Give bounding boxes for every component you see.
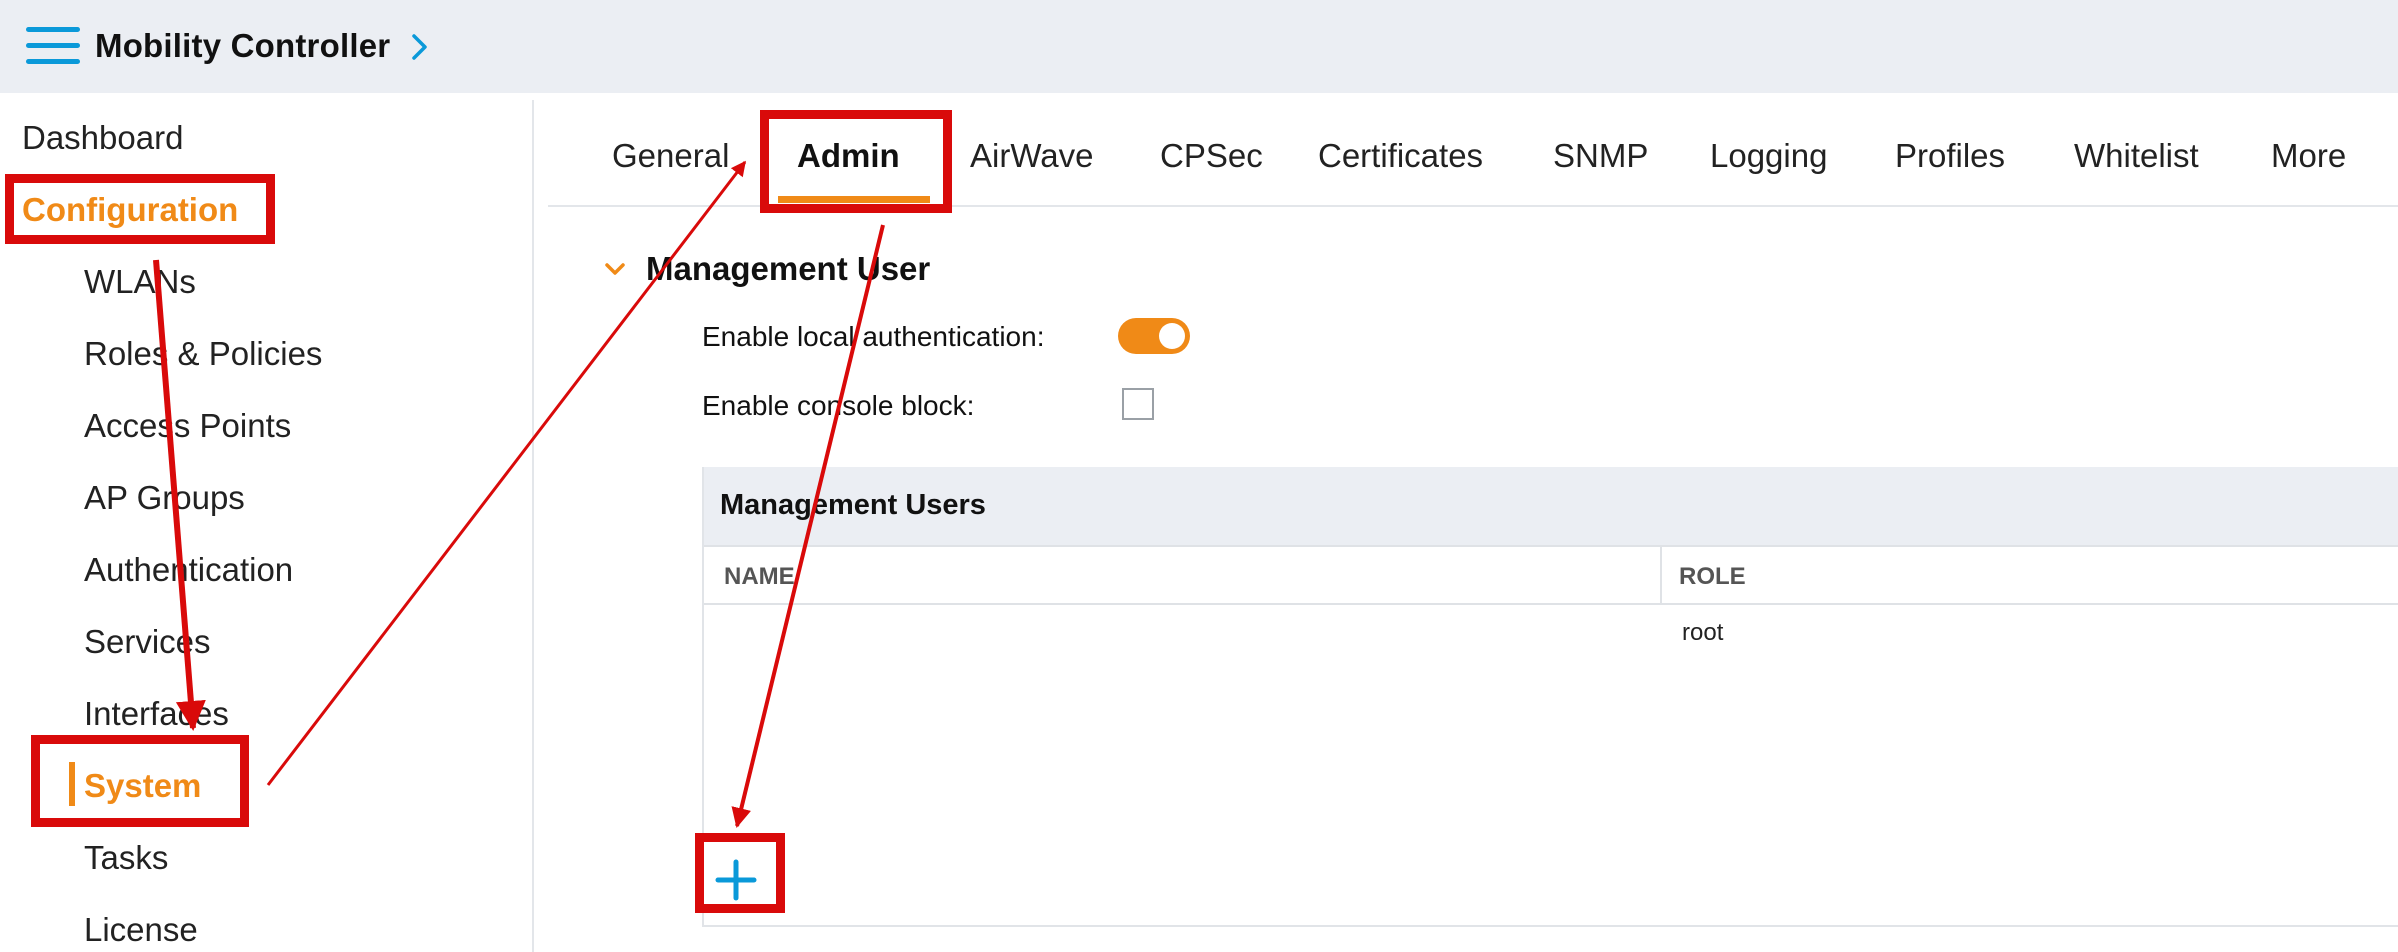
table-title: Management Users — [720, 489, 986, 521]
sidebar-item-interfaces[interactable]: Interfaces — [84, 695, 229, 733]
tab-certificates[interactable]: Certificates — [1318, 137, 1483, 175]
tab-cpsec[interactable]: CPSec — [1160, 137, 1263, 175]
local-auth-label: Enable local authentication: — [702, 321, 1045, 352]
tab-airwave[interactable]: AirWave — [970, 137, 1093, 175]
sidebar-item-configuration[interactable]: Configuration — [22, 191, 238, 229]
sidebar-item-services[interactable]: Services — [84, 623, 211, 661]
sidebar-item-wlans[interactable]: WLANs — [84, 263, 196, 301]
table-header-bar: Management Users — [704, 467, 2398, 545]
active-tab-indicator — [778, 196, 930, 203]
column-separator — [1660, 547, 1662, 603]
app-title: Mobility Controller — [95, 27, 391, 64]
console-block-checkbox[interactable] — [1122, 388, 1154, 420]
tab-logging[interactable]: Logging — [1710, 137, 1827, 175]
sidebar-item-authentication[interactable]: Authentication — [84, 551, 293, 589]
column-header-row: NAME ROLE — [704, 545, 2398, 605]
toggle-knob — [1159, 323, 1185, 349]
chevron-down-icon[interactable] — [600, 258, 630, 282]
tab-admin[interactable]: Admin — [797, 137, 900, 175]
management-users-table: Management Users NAME ROLE root — [702, 467, 2398, 927]
tabs-divider — [548, 205, 2398, 207]
sidebar-item-ap-groups[interactable]: AP Groups — [84, 479, 245, 517]
tab-general[interactable]: General — [612, 137, 729, 175]
tab-more[interactable]: More — [2271, 137, 2346, 175]
hamburger-menu-icon[interactable] — [26, 25, 80, 67]
sidebar-divider — [532, 100, 534, 952]
sidebar-item-dashboard[interactable]: Dashboard — [22, 119, 183, 157]
column-header-name[interactable]: NAME — [724, 563, 795, 591]
sidebar-item-roles-policies[interactable]: Roles & Policies — [84, 335, 322, 373]
sidebar-item-license[interactable]: License — [84, 911, 198, 949]
tab-profiles[interactable]: Profiles — [1895, 137, 2005, 175]
active-item-indicator — [69, 762, 75, 806]
column-header-role[interactable]: ROLE — [1679, 563, 1746, 591]
sidebar-item-tasks[interactable]: Tasks — [84, 839, 168, 877]
console-block-label: Enable console block: — [702, 390, 975, 421]
local-auth-toggle[interactable] — [1118, 318, 1190, 354]
sidebar-item-system[interactable]: System — [84, 767, 201, 805]
cell-role: root — [1682, 619, 1724, 646]
plus-icon[interactable] — [710, 854, 762, 906]
chevron-right-icon[interactable] — [405, 30, 435, 64]
sidebar-item-access-points[interactable]: Access Points — [84, 407, 291, 445]
tab-snmp[interactable]: SNMP — [1553, 137, 1648, 175]
tab-whitelist[interactable]: Whitelist — [2074, 137, 2199, 175]
top-header-bar: Mobility Controller — [0, 0, 2398, 93]
table-row[interactable]: root — [704, 607, 2398, 657]
section-title: Management User — [646, 250, 931, 287]
